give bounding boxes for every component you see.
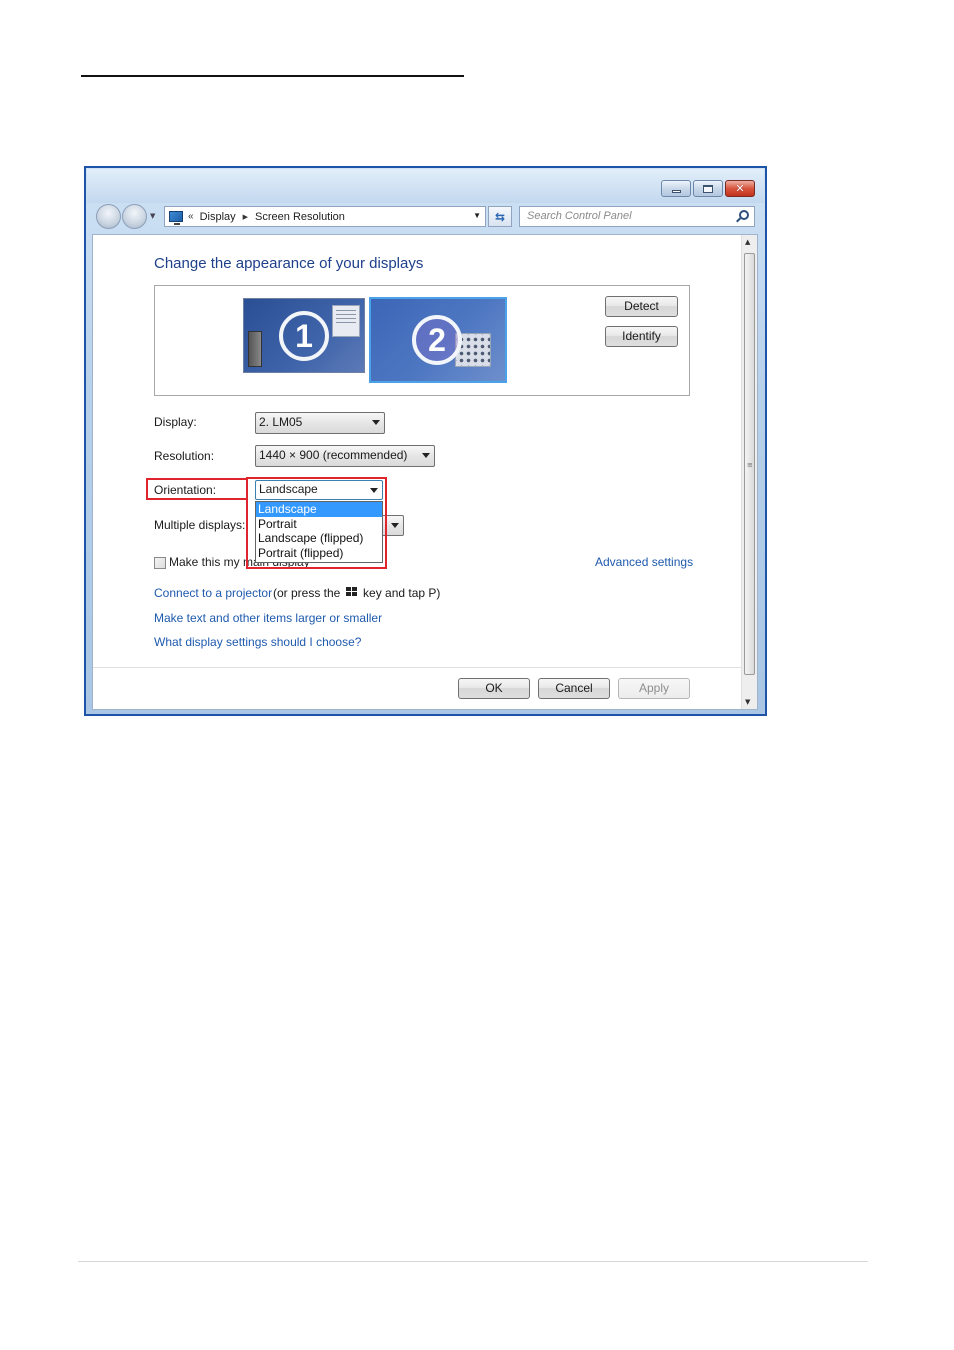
resolution-select[interactable]: 1440 × 900 (recommended) — [255, 445, 435, 467]
breadcrumb-display[interactable]: Display — [200, 211, 236, 223]
identify-button[interactable]: Identify — [605, 326, 678, 347]
monitor-1[interactable]: 1 — [243, 298, 365, 373]
display-help-link[interactable]: What display settings should I choose? — [154, 635, 361, 649]
address-dropdown-icon[interactable]: ▼ — [473, 211, 481, 220]
cancel-button[interactable]: Cancel — [538, 678, 610, 699]
document-icon — [332, 305, 360, 337]
main-display-checkbox[interactable] — [154, 557, 166, 569]
control-panel-icon — [169, 211, 183, 225]
orientation-list-highlight — [246, 477, 387, 569]
monitor-preview-panel: 1 2 Detect Identify — [154, 285, 690, 396]
monitor-number: 1 — [279, 311, 329, 361]
search-placeholder: Search Control Panel — [527, 210, 632, 222]
page-title: Change the appearance of your displays — [154, 255, 424, 272]
minimize-button[interactable] — [661, 180, 691, 197]
scroll-up-icon[interactable]: ▲ — [745, 238, 750, 246]
resolution-value: 1440 × 900 (recommended) — [259, 448, 408, 462]
projector-hint: (or press the key and tap P) — [273, 586, 440, 600]
projector-hint-before: (or press the — [273, 586, 341, 600]
client-area: ▲ ≡ ▼ Change the appearance of your disp… — [92, 234, 758, 710]
chevron-down-icon — [372, 420, 380, 425]
close-button[interactable]: ✕ — [725, 180, 755, 197]
maximize-icon — [703, 184, 713, 193]
projector-hint-after: key and tap P) — [363, 586, 441, 600]
monitor-number: 2 — [412, 315, 462, 365]
address-bar[interactable]: « Display ▶ Screen Resolution ▼ — [164, 206, 486, 227]
footer-divider — [93, 667, 741, 668]
chevron-down-icon — [422, 453, 430, 458]
display-select[interactable]: 2. LM05 — [255, 412, 385, 434]
scroll-thumb[interactable]: ≡ — [744, 253, 755, 675]
screen-resolution-window: ✕ ▼ « Display ▶ Screen Resolution ▼ ⇆ Se… — [84, 166, 767, 716]
connect-projector-link[interactable]: Connect to a projector — [154, 586, 272, 600]
resolution-label: Resolution: — [154, 449, 215, 463]
advanced-settings-link[interactable]: Advanced settings — [595, 555, 693, 569]
orientation-label-highlight — [146, 478, 248, 500]
back-button[interactable] — [96, 204, 121, 229]
detect-button[interactable]: Detect — [605, 296, 678, 317]
text-size-link[interactable]: Make text and other items larger or smal… — [154, 611, 382, 625]
display-label: Display: — [154, 415, 197, 429]
grip-icon: ≡ — [747, 461, 753, 469]
chevron-down-icon — [391, 523, 399, 528]
close-icon: ✕ — [735, 182, 745, 195]
search-input[interactable]: Search Control Panel — [519, 206, 755, 227]
computer-tower-icon — [248, 331, 262, 367]
scroll-down-icon[interactable]: ▼ — [745, 698, 750, 706]
ok-button[interactable]: OK — [458, 678, 530, 699]
breadcrumb-screen-resolution[interactable]: Screen Resolution — [255, 211, 345, 223]
refresh-button[interactable]: ⇆ — [488, 206, 512, 227]
page-bottom-rule — [78, 1261, 868, 1262]
refresh-icon: ⇆ — [494, 209, 506, 224]
apply-button[interactable]: Apply — [618, 678, 690, 699]
search-icon[interactable] — [739, 210, 749, 220]
minimize-icon — [671, 190, 681, 193]
maximize-button[interactable] — [693, 180, 723, 197]
page-top-rule — [81, 75, 464, 77]
chevron-left-icon[interactable]: « — [188, 211, 194, 222]
monitor-2[interactable]: 2 — [369, 297, 507, 383]
chevron-right-icon[interactable]: ▶ — [243, 213, 248, 221]
forward-button[interactable] — [122, 204, 147, 229]
multiple-displays-label: Multiple displays: — [154, 518, 246, 532]
recent-pages-icon[interactable]: ▼ — [150, 212, 155, 220]
caption-buttons: ✕ — [661, 180, 755, 197]
vertical-scrollbar[interactable]: ▲ ≡ ▼ — [741, 235, 757, 709]
windows-logo-icon — [345, 587, 358, 598]
display-value: 2. LM05 — [259, 415, 303, 429]
